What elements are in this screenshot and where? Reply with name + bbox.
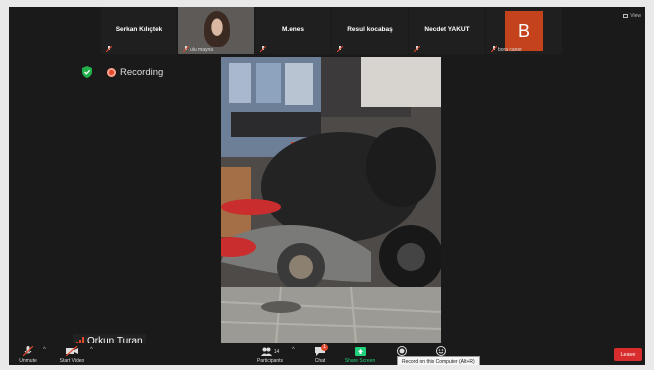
chat-badge: 1 [321, 344, 328, 351]
zoom-window: Serkan Kılıçtek ulu mayna M.enes Resul k… [9, 7, 645, 365]
participant-video [204, 11, 230, 47]
participant-tile[interactable]: Serkan Kılıçtek [101, 7, 177, 54]
recording-label: Recording [120, 67, 164, 78]
participant-label: bora caner [498, 47, 522, 53]
unmute-button[interactable]: Unmute [15, 346, 41, 364]
meeting-toolbar: Unmute ^ Start Video ^ 14 Participants ^… [9, 343, 645, 365]
chat-icon: 1 [315, 344, 328, 356]
reactions-icon[interactable] [436, 346, 446, 356]
chevron-up-icon[interactable]: ^ [90, 347, 93, 353]
chevron-up-icon[interactable]: ^ [292, 347, 295, 353]
record-tooltip: Record on this Computer (Alt+R) [397, 356, 480, 365]
participant-name: Necdet YAKUT [424, 26, 470, 33]
share-screen-icon [354, 347, 366, 356]
participants-icon: 14 [255, 347, 285, 356]
muted-mic-icon [183, 46, 189, 52]
muted-mic-icon [23, 346, 33, 356]
participant-tile[interactable]: M.enes [255, 7, 331, 54]
unmute-label: Unmute [19, 358, 37, 364]
view-button[interactable]: View [623, 13, 641, 19]
recording-indicator[interactable]: Recording [107, 67, 163, 78]
shield-check-icon[interactable] [81, 66, 93, 78]
record-icon[interactable] [397, 346, 407, 356]
participants-button[interactable]: 14 Participants [255, 347, 285, 364]
participant-tile[interactable]: Resul kocabaş [332, 7, 408, 54]
participant-tile[interactable]: B bora caner [486, 7, 562, 54]
participant-name: Resul kocabaş [347, 26, 393, 33]
view-label: View [630, 13, 641, 19]
share-screen-label: Share Screen [344, 358, 376, 364]
main-video [221, 57, 441, 343]
participant-tile[interactable]: ulu mayna [178, 7, 254, 54]
participants-count: 14 [273, 348, 280, 355]
chat-button[interactable]: 1 Chat [309, 344, 331, 364]
participant-name: Serkan Kılıçtek [115, 26, 163, 33]
chevron-up-icon[interactable]: ^ [43, 347, 46, 353]
start-video-button[interactable]: Start Video [56, 346, 88, 364]
muted-mic-icon [260, 46, 266, 52]
view-icon [623, 14, 629, 18]
participant-name: M.enes [281, 26, 305, 33]
muted-mic-icon [337, 46, 343, 52]
participant-tile[interactable]: Necdet YAKUT [409, 7, 485, 54]
muted-mic-icon [106, 46, 112, 52]
video-off-icon [66, 346, 78, 356]
share-screen-button[interactable]: Share Screen [342, 347, 378, 364]
avatar: B [505, 11, 543, 51]
leave-button[interactable]: Leave [614, 348, 642, 361]
chat-label: Chat [314, 358, 326, 364]
record-dot-icon [107, 68, 116, 77]
participant-label: ulu mayna [190, 47, 214, 53]
participant-strip: Serkan Kılıçtek ulu mayna M.enes Resul k… [101, 7, 621, 54]
participants-label: Participants [256, 358, 284, 364]
start-video-label: Start Video [59, 358, 85, 364]
muted-mic-icon [491, 46, 497, 52]
muted-mic-icon [414, 46, 420, 52]
video-frame [221, 57, 441, 343]
